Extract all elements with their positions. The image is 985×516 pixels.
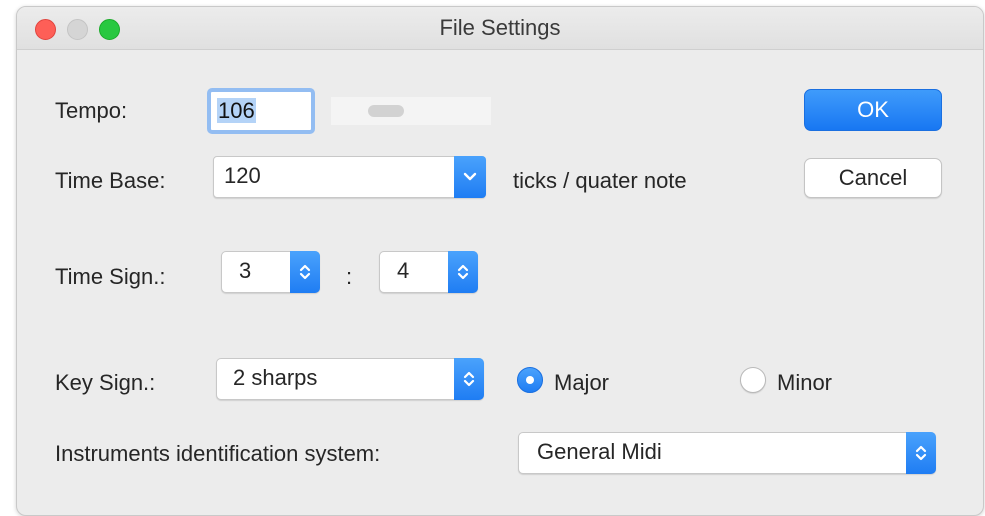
instruments-popup[interactable]: General Midi <box>518 432 936 474</box>
time-sign-denominator-stepper[interactable] <box>448 251 478 293</box>
time-sign-numerator-stepper[interactable] <box>290 251 320 293</box>
instruments-value: General Midi <box>537 439 662 464</box>
time-sign-label: Time Sign.: <box>55 264 166 289</box>
tempo-value: 106 <box>217 98 256 123</box>
minor-radio-label[interactable]: Minor <box>777 370 832 396</box>
up-down-chevron-icon <box>457 264 469 280</box>
up-down-chevron-icon <box>299 264 311 280</box>
instruments-stepper[interactable] <box>906 432 936 474</box>
up-down-chevron-icon <box>915 445 927 461</box>
time-base-unit-label: ticks / quater note <box>513 168 687 193</box>
key-sign-stepper[interactable] <box>454 358 484 400</box>
time-sign-denominator-popup[interactable]: 4 <box>379 251 478 293</box>
time-sign-denominator-value: 4 <box>397 258 410 283</box>
major-radio-label[interactable]: Major <box>554 370 609 396</box>
up-down-chevron-icon <box>463 371 475 387</box>
minor-radio[interactable] <box>740 367 766 393</box>
file-settings-dialog: File Settings Tempo: 106 OK Time Base: 1… <box>16 6 984 516</box>
time-sign-numerator-value: 3 <box>239 258 252 283</box>
chevron-down-icon <box>463 172 477 181</box>
time-base-combo[interactable]: 120 <box>213 156 486 198</box>
title-bar: File Settings <box>17 7 983 50</box>
time-base-label: Time Base: <box>55 168 166 193</box>
cancel-button[interactable]: Cancel <box>804 158 942 198</box>
time-base-dropdown-button[interactable] <box>454 156 486 198</box>
ok-button[interactable]: OK <box>804 89 942 131</box>
key-sign-popup[interactable]: 2 sharps <box>216 358 484 400</box>
major-radio[interactable] <box>517 367 543 393</box>
instruments-label: Instruments identification system: <box>55 441 381 466</box>
window-title: File Settings <box>439 15 561 40</box>
time-sign-numerator-popup[interactable]: 3 <box>221 251 320 293</box>
time-sign-separator: : <box>346 264 353 289</box>
tempo-slider[interactable] <box>331 97 491 125</box>
key-sign-label: Key Sign.: <box>55 370 156 395</box>
tempo-label: Tempo: <box>55 98 128 123</box>
tempo-input[interactable]: 106 <box>207 88 315 134</box>
key-sign-value: 2 sharps <box>233 365 318 390</box>
time-base-value: 120 <box>224 163 261 188</box>
tempo-slider-thumb[interactable] <box>368 105 405 117</box>
